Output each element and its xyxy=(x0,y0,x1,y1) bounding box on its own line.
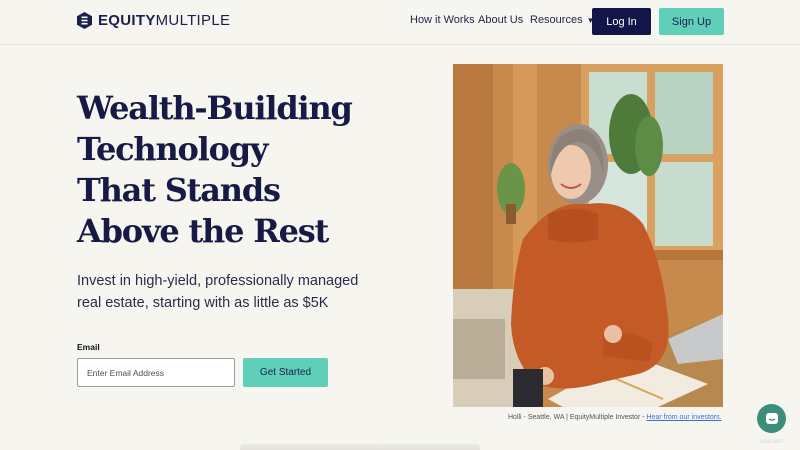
login-button[interactable]: Log In xyxy=(592,8,651,35)
email-input[interactable] xyxy=(77,358,235,387)
headline-line: Technology xyxy=(77,130,269,168)
chat-launcher-button[interactable] xyxy=(757,404,786,433)
headline-line: That Stands xyxy=(77,171,281,209)
signup-button[interactable]: Sign Up xyxy=(659,8,724,35)
nav-about-us[interactable]: About Us xyxy=(478,14,523,26)
email-label: Email xyxy=(77,342,100,352)
investor-photo-illustration xyxy=(453,64,723,407)
nav-resources-label: Resources xyxy=(530,14,583,26)
headline-line: Above the Rest xyxy=(77,212,329,250)
header-divider xyxy=(0,44,800,45)
headline-line: Wealth-Building xyxy=(77,89,353,127)
photo-caption: Holli - Seattle, WA | EquityMultiple Inv… xyxy=(508,414,722,421)
caption-text: Holli - Seattle, WA | EquityMultiple Inv… xyxy=(508,414,647,421)
watermark: eaa.com xyxy=(760,439,784,445)
hear-from-investors-link[interactable]: Hear from our investors. xyxy=(647,414,722,421)
nav-how-it-works[interactable]: How it Works xyxy=(410,14,475,26)
hero-subheading: Invest in high-yield, professionally man… xyxy=(77,270,367,314)
subheading-line: Invest in high-yield, professionally man… xyxy=(77,273,359,289)
investor-photo xyxy=(453,64,723,407)
nav-resources[interactable]: Resources ▼ xyxy=(530,14,595,26)
site-header: EQUITYMULTIPLE How it Works About Us Res… xyxy=(0,0,800,42)
logo-hexagon-icon xyxy=(77,11,92,29)
bottom-edge-shadow xyxy=(240,444,480,450)
subheading-line: real estate, starting with as little as … xyxy=(77,295,329,311)
get-started-button[interactable]: Get Started xyxy=(243,358,328,387)
hero-headline: Wealth-Building Technology That Stands A… xyxy=(77,88,357,252)
equitymultiple-logo[interactable]: EQUITYMULTIPLE xyxy=(77,11,230,29)
chat-icon xyxy=(765,412,778,424)
logo-wordmark: EQUITYMULTIPLE xyxy=(98,11,231,29)
